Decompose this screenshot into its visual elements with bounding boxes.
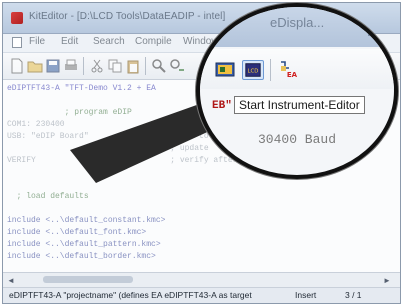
find-icon[interactable] <box>151 58 167 74</box>
horizontal-scrollbar[interactable]: ◄ ► <box>3 273 400 288</box>
open-folder-icon[interactable] <box>27 58 43 74</box>
code-line: eDIPTFT43-A "TFT-Demo V1.2 + EA <box>7 84 156 93</box>
scroll-right-icon[interactable]: ► <box>383 276 391 285</box>
document-icon <box>12 37 22 48</box>
code-line: ; update <box>7 144 209 153</box>
app-icon <box>11 12 23 24</box>
status-bar: eDIPTFT43-A "projectname" (defines EA eD… <box>3 288 400 303</box>
instrument-editor-icon[interactable] <box>214 60 236 80</box>
scroll-left-icon[interactable]: ◄ <box>7 276 15 285</box>
find-replace-icon[interactable] <box>169 58 185 74</box>
print-icon[interactable] <box>63 58 79 74</box>
lens-code-fragment: EB" <box>212 100 232 112</box>
scrollbar-thumb[interactable] <box>43 276 133 283</box>
minimize-icon[interactable] <box>368 33 384 36</box>
toolbar-separator <box>83 57 84 75</box>
status-mode: Insert <box>295 290 317 300</box>
menu-compile[interactable]: Compile <box>135 36 172 47</box>
svg-text:LCD: LCD <box>248 69 259 75</box>
lens-baud-text: 30400 Baud <box>258 132 337 147</box>
new-file-icon[interactable] <box>9 58 25 74</box>
code-line: include <..\default_pattern.kmc> <box>7 240 161 249</box>
svg-text:EA: EA <box>287 71 298 79</box>
lens-title-bar: eDispla... <box>200 7 394 47</box>
save-icon[interactable] <box>45 58 61 74</box>
menu-edit[interactable]: Edit <box>61 36 78 47</box>
instrument-editor-tooltip: Start Instrument-Editor <box>234 96 365 114</box>
code-line: COM1: 230400 <box>7 120 65 129</box>
lens-title: eDispla... <box>270 15 325 30</box>
magnifier-lens: eDispla... LCD EA EB" Start Instrument-E… <box>196 3 398 179</box>
ea-tool-icon[interactable]: EA <box>278 60 300 80</box>
menu-search[interactable]: Search <box>93 36 125 47</box>
code-line: ; load defaults <box>7 192 89 201</box>
copy-icon[interactable] <box>107 58 123 74</box>
window-title: KitEditor - [D:\LCD Tools\DataEADIP - in… <box>29 11 226 22</box>
status-position: 3 / 1 <box>345 290 362 300</box>
status-message: eDIPTFT43-A "projectname" (defines EA eD… <box>9 290 252 300</box>
cut-icon[interactable] <box>89 58 105 74</box>
menu-file[interactable]: File <box>29 36 45 47</box>
code-line: include <..\default_constant.kmc> <box>7 216 166 225</box>
code-line: ; program eDIP <box>7 108 132 117</box>
code-line: include <..\default_font.kmc> <box>7 228 147 237</box>
lcd-icon[interactable]: LCD <box>242 60 264 80</box>
paste-icon[interactable] <box>125 58 141 74</box>
code-line: include <..\default_border.kmc> <box>7 252 156 261</box>
toolbar-separator <box>145 57 146 75</box>
toolbar-separator <box>270 59 271 81</box>
